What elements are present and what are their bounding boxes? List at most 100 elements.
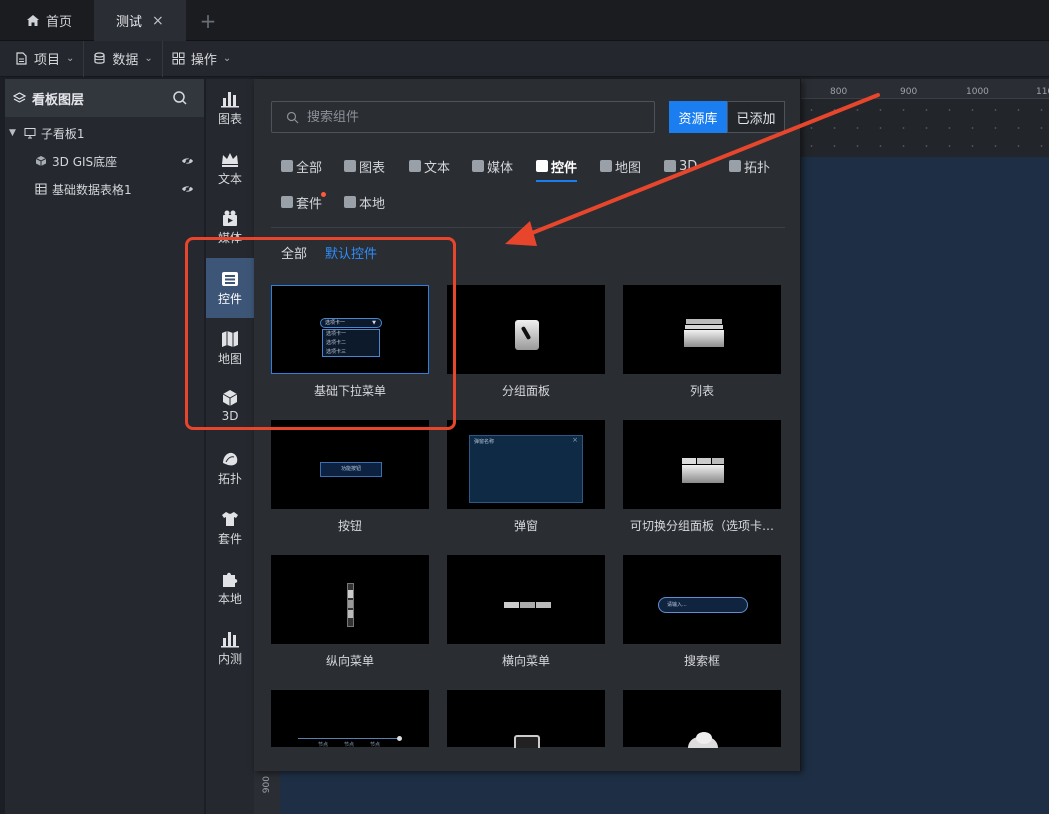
category-label: 地图: [615, 160, 642, 176]
card-thumbnail: [447, 555, 605, 644]
category-topology[interactable]: 拓扑: [729, 155, 770, 177]
component-card-device[interactable]: [447, 690, 607, 748]
search-icon: [286, 111, 299, 123]
layer-item-gis[interactable]: 3D GIS底座: [5, 147, 204, 175]
component-card-dropdown[interactable]: 选项卡一 ▼ 选项卡一 选项卡二 选项卡三 基础下拉菜单: [271, 285, 431, 399]
layer-item-sub-board[interactable]: ▼ 子看板1: [5, 119, 204, 147]
thumb-text: 选项卡一: [326, 331, 347, 337]
rail-label: 拓扑: [217, 471, 242, 486]
component-card-horizontal-menu[interactable]: 横向菜单: [447, 555, 607, 669]
thumb-text: 选项卡一: [325, 320, 346, 326]
subtab-all[interactable]: 全部: [281, 243, 307, 262]
component-card-button[interactable]: 功能按钮 按钮: [271, 420, 431, 534]
tab-test[interactable]: 测试 ×: [94, 0, 186, 41]
category-3d[interactable]: 3D: [664, 155, 697, 177]
eye-hidden-icon[interactable]: [181, 183, 194, 195]
rail-item-map[interactable]: 地图: [206, 319, 254, 377]
home-icon: [26, 14, 40, 27]
rail-item-widget[interactable]: 控件: [206, 258, 254, 318]
project-menu-label: 项目: [34, 53, 61, 68]
file-icon: [15, 52, 28, 65]
component-card-list[interactable]: 列表: [623, 285, 783, 399]
media-icon: [472, 160, 484, 172]
subtab-default-widgets[interactable]: 默认控件: [325, 243, 377, 262]
rail-label: 套件: [217, 531, 242, 546]
shirt-icon: [281, 196, 293, 208]
category-all[interactable]: 全部: [281, 155, 322, 177]
new-badge-dot: [321, 192, 326, 197]
add-tab-button[interactable]: +: [188, 0, 228, 41]
puzzle-icon: [223, 572, 238, 587]
canvas-area[interactable]: [800, 157, 1049, 814]
eye-hidden-icon[interactable]: [181, 155, 194, 167]
rail-item-text[interactable]: 文本: [206, 139, 254, 197]
rail-item-3d[interactable]: 3D: [206, 377, 254, 435]
tab-home[interactable]: 首页: [0, 0, 94, 41]
rail-item-media[interactable]: 媒体: [206, 199, 254, 255]
component-card-search-box[interactable]: 请输入... 搜索框: [623, 555, 783, 669]
category-label: 控件: [551, 160, 578, 176]
rail-item-local[interactable]: 本地: [206, 559, 254, 617]
layer-label: 基础数据表格1: [52, 182, 132, 197]
category-map[interactable]: 地图: [600, 155, 641, 177]
component-card-cloud[interactable]: [623, 690, 783, 748]
card-label: 纵向菜单: [325, 654, 374, 668]
category-suite[interactable]: 套件: [281, 191, 322, 213]
category-label: 媒体: [487, 160, 514, 176]
card-thumbnail: 功能按钮: [271, 420, 429, 509]
category-label: 套件: [296, 196, 323, 212]
card-label: 横向菜单: [501, 654, 550, 668]
rail-item-chart[interactable]: 图表: [206, 79, 254, 137]
component-card-group-panel[interactable]: 分组面板: [447, 285, 607, 399]
category-widget[interactable]: 控件: [536, 155, 578, 182]
search-icon[interactable]: [172, 90, 188, 106]
thumb-text: 请输入...: [658, 597, 748, 613]
widget-icon: [222, 271, 238, 286]
monitor-icon: [24, 127, 36, 139]
category-media[interactable]: 媒体: [472, 155, 513, 177]
rail-item-beta[interactable]: 内测: [206, 619, 254, 677]
toolbar: 项目 ⌄ 数据 ⌄ 操作 ⌄: [0, 40, 1049, 77]
component-card-dialog[interactable]: 弹窗名称 × 弹窗: [447, 420, 607, 534]
ruler-label: 900: [900, 87, 918, 97]
bar-chart-icon: [344, 160, 356, 172]
category-text[interactable]: 文本: [409, 155, 450, 177]
category-local[interactable]: 本地: [344, 191, 385, 213]
map-icon: [222, 330, 238, 347]
category-chart[interactable]: 图表: [344, 155, 385, 177]
divider: [271, 227, 785, 228]
rail-label: 地图: [217, 351, 242, 366]
component-library-popup: 资源库 已添加 全部 图表 文本 媒体 控件 地图 3D 拓扑 套件 本地 全部…: [254, 79, 801, 771]
resource-library-button[interactable]: 资源库: [669, 101, 727, 133]
category-rail: 图表 文本 媒体 控件 地图 3D 拓扑 套件 本地 内测: [206, 79, 254, 814]
layer-item-table[interactable]: 基础数据表格1: [5, 175, 204, 203]
component-search[interactable]: [271, 101, 655, 133]
ops-menu[interactable]: 操作 ⌄: [163, 41, 240, 77]
rail-item-suite[interactable]: 套件: [206, 499, 254, 557]
search-input[interactable]: [307, 109, 627, 125]
project-menu[interactable]: 项目 ⌄: [6, 40, 85, 77]
component-card-tab-panel[interactable]: 可切换分组面板（选项卡…: [623, 420, 783, 534]
cube-icon: [664, 160, 676, 172]
ruler-label: 900: [262, 776, 272, 794]
thumb-text: 节点: [344, 742, 355, 748]
layer-label: 3D GIS底座: [52, 154, 118, 169]
cube-icon: [222, 390, 238, 406]
card-label: 按钮: [337, 519, 362, 533]
thumb-text: 节点: [318, 742, 329, 748]
caret-down-icon[interactable]: ▼: [9, 128, 16, 138]
tab-test-label: 测试: [116, 15, 143, 30]
component-card-timeline[interactable]: 节点 节点 节点: [271, 690, 431, 748]
card-thumbnail: 节点 节点 节点: [271, 690, 429, 748]
category-label: 本地: [359, 196, 386, 212]
media-icon: [223, 210, 237, 226]
data-menu[interactable]: 数据 ⌄: [84, 40, 163, 77]
component-card-vertical-menu[interactable]: 纵向菜单: [271, 555, 431, 669]
thumb-text: 选项卡二: [326, 340, 347, 346]
added-button[interactable]: 已添加: [727, 101, 785, 133]
crown-icon: [409, 160, 421, 172]
rail-item-topology[interactable]: 拓扑: [206, 439, 254, 497]
close-icon[interactable]: ×: [152, 13, 164, 29]
rail-label: 文本: [217, 171, 242, 186]
table-icon: [35, 183, 47, 195]
